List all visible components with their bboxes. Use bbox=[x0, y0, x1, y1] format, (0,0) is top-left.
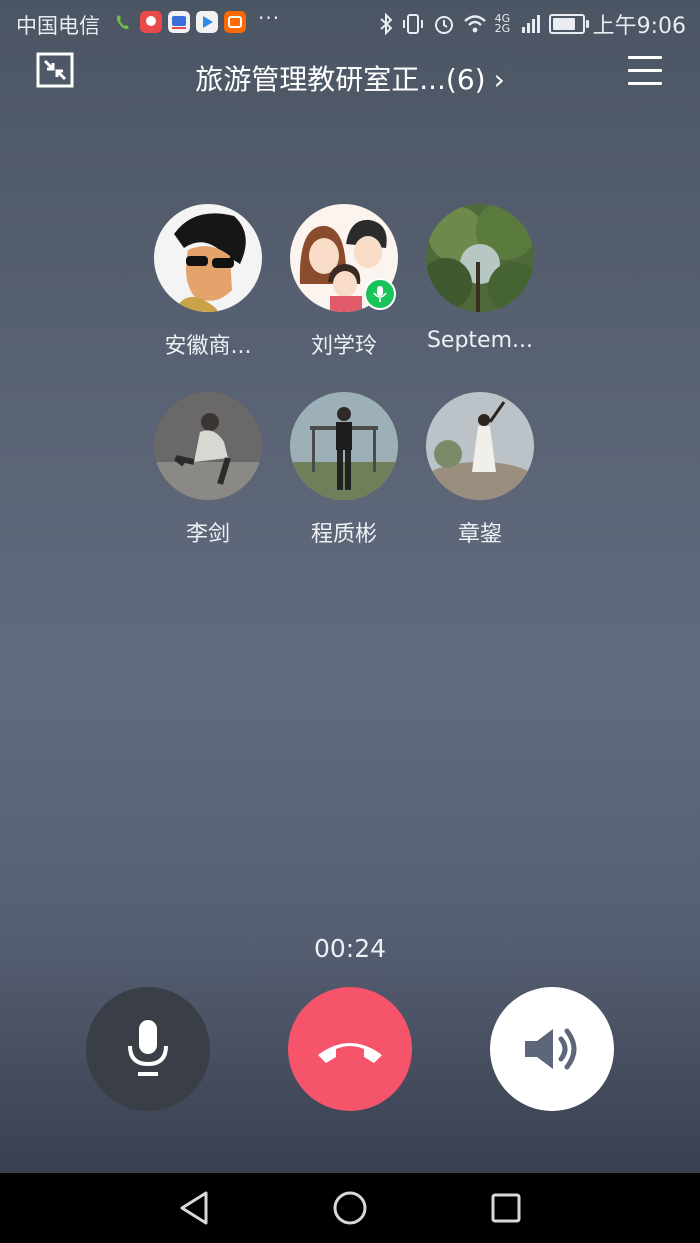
menu-icon-bar bbox=[628, 56, 662, 59]
carrier-label: 中国电信 bbox=[16, 14, 100, 38]
notification-icons bbox=[112, 11, 246, 33]
menu-icon-bar bbox=[628, 69, 662, 72]
participant[interactable]: 刘学玲 bbox=[276, 204, 412, 360]
participant[interactable]: 程质彬 bbox=[276, 392, 412, 548]
home-circle-icon[interactable] bbox=[332, 1190, 368, 1226]
chevron-right-icon: › bbox=[493, 63, 505, 96]
video-app-icon bbox=[196, 11, 218, 33]
avatar bbox=[420, 200, 540, 314]
back-triangle-icon[interactable] bbox=[178, 1191, 210, 1225]
speaking-indicator bbox=[364, 278, 396, 310]
call-duration: 00:24 bbox=[313, 934, 387, 963]
man-standing-photo-avatar bbox=[290, 392, 398, 500]
cartoon-man-avatar bbox=[154, 204, 262, 312]
hang-up-button[interactable] bbox=[288, 987, 412, 1111]
person-sitting-photo-avatar bbox=[154, 392, 262, 500]
participant[interactable]: 安徽商... bbox=[140, 204, 276, 360]
menu-button[interactable] bbox=[628, 56, 662, 86]
participant-name: 刘学玲 bbox=[310, 334, 377, 359]
phone-hangup-icon bbox=[318, 1043, 382, 1063]
avatar bbox=[420, 392, 540, 506]
more-notifications-icon: ··· bbox=[258, 6, 281, 30]
participant-name: 安徽商... bbox=[164, 334, 252, 359]
participant-grid: 安徽商... 刘学玲 Septem... 李剑 程质彬 章鋆 bbox=[140, 200, 560, 548]
news-app-icon bbox=[168, 11, 190, 33]
clock: 上午9:06 bbox=[592, 14, 686, 39]
menu-icon-bar bbox=[628, 82, 662, 85]
woman-on-rocks-photo-avatar bbox=[420, 392, 540, 506]
forest-photo-avatar bbox=[420, 200, 540, 314]
participant[interactable]: 章鋆 bbox=[412, 392, 548, 548]
vibrate-icon bbox=[402, 14, 423, 34]
group-name: 旅游管理教研室正...(6) bbox=[195, 63, 486, 96]
avatar bbox=[290, 204, 398, 312]
battery-level bbox=[552, 18, 575, 30]
bluetooth-icon bbox=[379, 13, 393, 35]
taobao-app-icon bbox=[224, 11, 246, 33]
microphone-icon bbox=[373, 286, 387, 302]
participant-name: 章鋆 bbox=[457, 522, 502, 547]
call-app-icon bbox=[116, 15, 129, 29]
participant-name: 程质彬 bbox=[310, 522, 377, 547]
participant[interactable]: Septem... bbox=[412, 200, 548, 360]
signal-icon bbox=[521, 15, 540, 33]
battery-icon bbox=[548, 14, 589, 34]
speaker-icon bbox=[525, 1028, 577, 1070]
status-indicators: 4G 2G 上午9:06 bbox=[379, 8, 686, 40]
mute-button[interactable] bbox=[86, 987, 210, 1111]
status-bar: 中国电信 ··· 4G 2G 上午9:06 bbox=[0, 0, 700, 48]
avatar bbox=[290, 392, 398, 500]
group-call-title[interactable]: 旅游管理教研室正...(6) › bbox=[0, 58, 700, 98]
network-type-label: 4G 2G bbox=[494, 12, 511, 35]
avatar bbox=[154, 392, 262, 500]
recent-apps-icon[interactable] bbox=[490, 1192, 522, 1224]
participant-name: 李剑 bbox=[185, 522, 230, 547]
microphone-icon bbox=[128, 1020, 168, 1076]
wifi-icon bbox=[463, 15, 486, 33]
map-app-icon bbox=[140, 11, 162, 33]
speaker-button[interactable] bbox=[490, 987, 614, 1111]
system-navigation-bar bbox=[0, 1173, 700, 1243]
participant-name: Septem... bbox=[426, 328, 534, 353]
participant[interactable]: 李剑 bbox=[140, 392, 276, 548]
avatar bbox=[154, 204, 262, 312]
alarm-icon bbox=[434, 16, 453, 34]
